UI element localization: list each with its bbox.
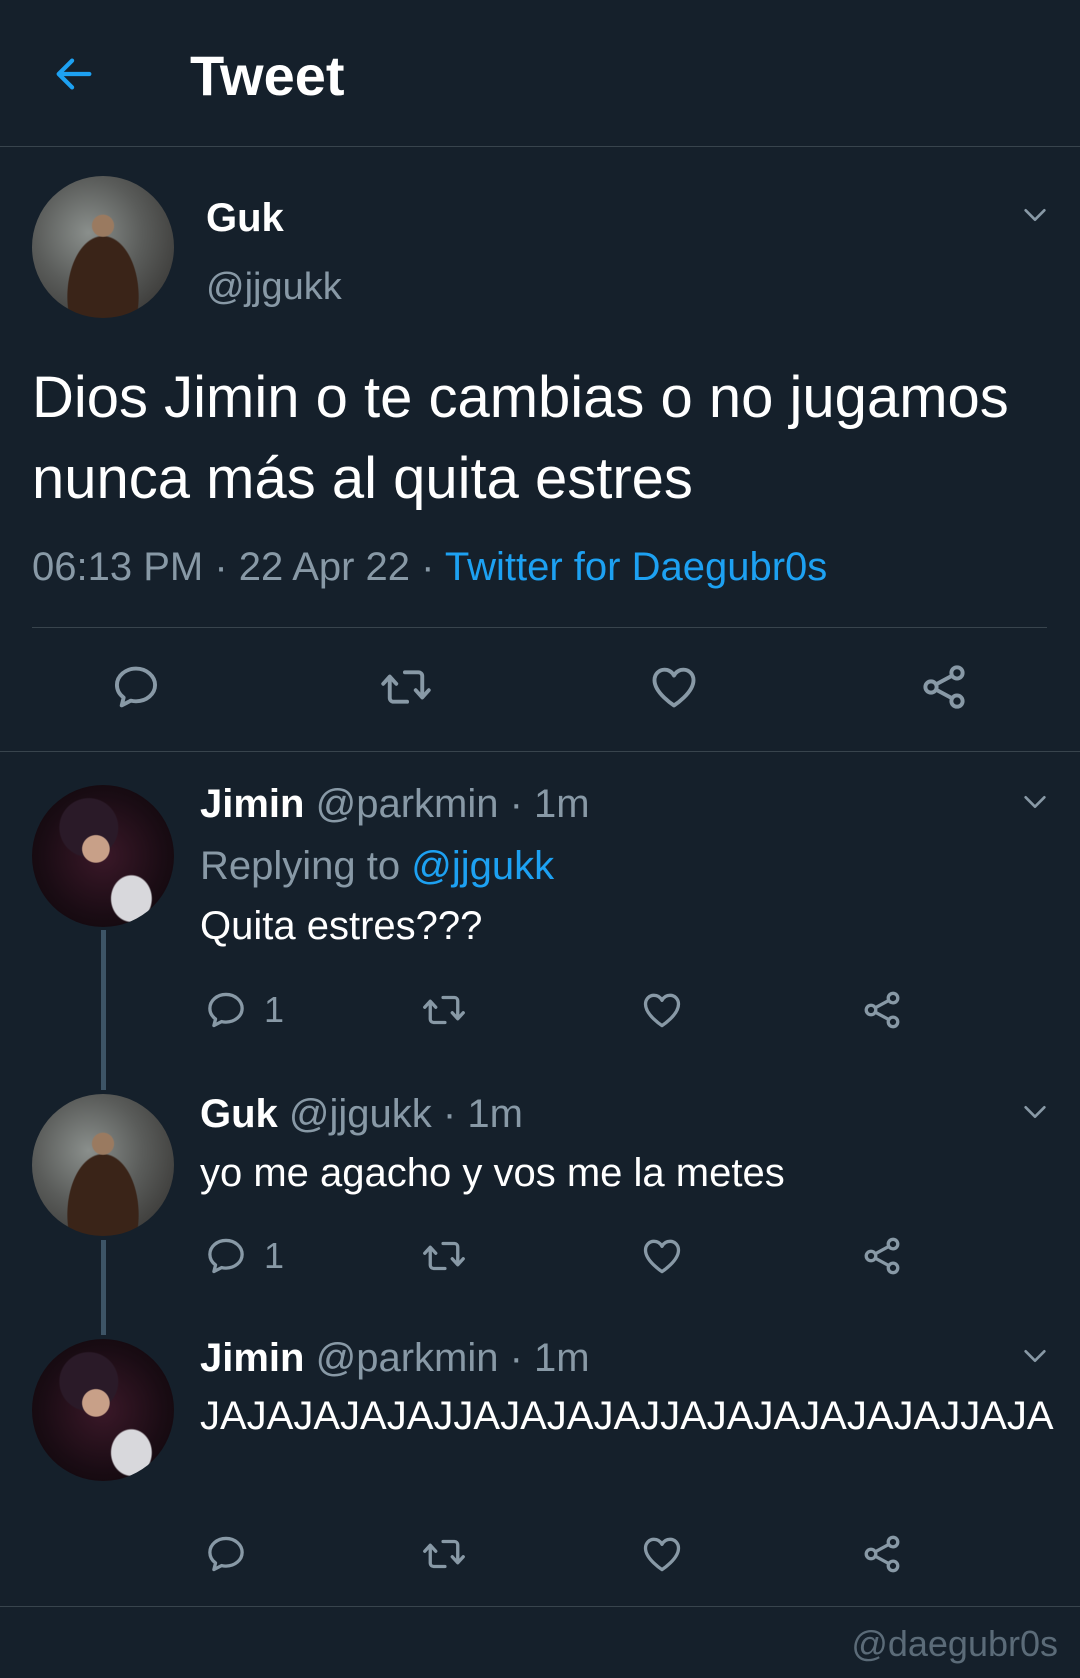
- heart-icon: [640, 1234, 684, 1278]
- reply-tweet[interactable]: Guk @jjgukk · 1m yo me agacho y vos me l…: [0, 1062, 1080, 1312]
- tweet-date: 22 Apr 22: [238, 545, 411, 589]
- divider: [0, 1606, 1080, 1607]
- divider: [32, 627, 1047, 628]
- author-name[interactable]: Jimin: [200, 782, 304, 826]
- tweet-text: Quita estres???: [200, 904, 483, 948]
- author-handle[interactable]: @parkmin: [316, 782, 499, 826]
- heart-icon: [648, 661, 700, 713]
- chevron-down-icon: [1019, 1340, 1051, 1372]
- author-handle[interactable]: @parkmin: [316, 1336, 499, 1380]
- tweet-menu-button[interactable]: [1017, 784, 1053, 820]
- top-bar: Tweet: [0, 0, 1080, 147]
- author-name[interactable]: Guk: [200, 1092, 278, 1136]
- retweet-icon: [420, 1532, 468, 1576]
- tweet-menu-button[interactable]: [1017, 1094, 1053, 1130]
- chevron-down-icon: [1019, 199, 1051, 231]
- tweet-text: yo me agacho y vos me la metes: [200, 1151, 785, 1195]
- tweet-text: Dios Jimin o te cambias o no jugamos nun…: [32, 365, 1009, 511]
- chevron-down-icon: [1019, 786, 1051, 818]
- reply-header: Guk @jjgukk · 1m: [200, 1090, 523, 1138]
- tweet-time: 06:13 PM: [32, 545, 204, 589]
- like-button[interactable]: [640, 988, 684, 1032]
- reply-count: 1: [264, 989, 285, 1030]
- reply-tweet[interactable]: Jimin @parkmin · 1m Replying to @jjgukk …: [0, 752, 1080, 1062]
- share-button[interactable]: [860, 988, 904, 1032]
- author-name[interactable]: Jimin: [200, 1336, 304, 1380]
- replying-to: Replying to @jjgukk: [200, 842, 554, 890]
- retweet-button[interactable]: [378, 661, 434, 713]
- retweet-button[interactable]: [420, 1234, 468, 1278]
- retweet-button[interactable]: [420, 988, 468, 1032]
- reply-header: Jimin @parkmin · 1m: [200, 1334, 590, 1382]
- reply-count: 1: [264, 1235, 285, 1276]
- tweet-menu-button[interactable]: [1017, 197, 1053, 233]
- author-handle[interactable]: @jjgukk: [289, 1092, 432, 1136]
- heart-icon: [640, 1532, 684, 1576]
- tweet-age: · 1m: [509, 1336, 590, 1380]
- share-icon: [860, 988, 904, 1032]
- reply-button[interactable]: 1: [204, 988, 284, 1032]
- share-icon: [860, 1532, 904, 1576]
- tweet-menu-button[interactable]: [1017, 1338, 1053, 1374]
- share-button[interactable]: [860, 1532, 904, 1576]
- avatar[interactable]: [32, 785, 174, 927]
- tweet-text: JAJAJAJAJAJJAJAJAJAJJAJAJAJAJAJAJJAJA: [200, 1394, 1054, 1438]
- share-button[interactable]: [918, 661, 970, 713]
- share-icon: [918, 661, 970, 713]
- tweet-meta: 06:13 PM · 22 Apr 22 · Twitter for Daegu…: [32, 539, 827, 595]
- meta-separator: ·: [421, 545, 435, 589]
- replying-to-link[interactable]: @jjgukk: [411, 844, 554, 888]
- main-tweet: Guk @jjgukk Dios Jimin o te cambias o no…: [0, 147, 1080, 752]
- comment-icon: [204, 1234, 248, 1278]
- like-button[interactable]: [640, 1532, 684, 1576]
- comment-icon: [204, 988, 248, 1032]
- retweet-button[interactable]: [420, 1532, 468, 1576]
- reply-button[interactable]: [204, 1532, 264, 1576]
- meta-separator: ·: [214, 545, 228, 589]
- retweet-icon: [420, 1234, 468, 1278]
- like-button[interactable]: [640, 1234, 684, 1278]
- author-name[interactable]: Guk: [206, 194, 284, 242]
- retweet-icon: [378, 661, 434, 713]
- reply-header: Jimin @parkmin · 1m: [200, 780, 590, 828]
- back-button[interactable]: [48, 48, 100, 100]
- comment-icon: [110, 661, 162, 713]
- heart-icon: [640, 988, 684, 1032]
- chevron-down-icon: [1019, 1096, 1051, 1128]
- tweet-age: · 1m: [442, 1092, 523, 1136]
- arrow-left-icon: [56, 58, 92, 90]
- watermark: @daegubr0s: [851, 1623, 1058, 1664]
- page-title: Tweet: [190, 44, 345, 107]
- avatar[interactable]: [32, 1339, 174, 1481]
- avatar[interactable]: [32, 176, 174, 318]
- reply-button[interactable]: [110, 661, 162, 713]
- author-handle[interactable]: @jjgukk: [206, 264, 342, 310]
- like-button[interactable]: [648, 661, 700, 713]
- comment-icon: [204, 1532, 248, 1576]
- share-button[interactable]: [860, 1234, 904, 1278]
- reply-tweet[interactable]: Jimin @parkmin · 1m JAJAJAJAJAJJAJAJAJAJ…: [0, 1312, 1080, 1606]
- tweet-source-link[interactable]: Twitter for Daegubr0s: [445, 545, 827, 589]
- avatar[interactable]: [32, 1094, 174, 1236]
- retweet-icon: [420, 988, 468, 1032]
- replying-label: Replying to: [200, 844, 401, 888]
- share-icon: [860, 1234, 904, 1278]
- tweet-age: · 1m: [509, 782, 590, 826]
- reply-button[interactable]: 1: [204, 1234, 284, 1278]
